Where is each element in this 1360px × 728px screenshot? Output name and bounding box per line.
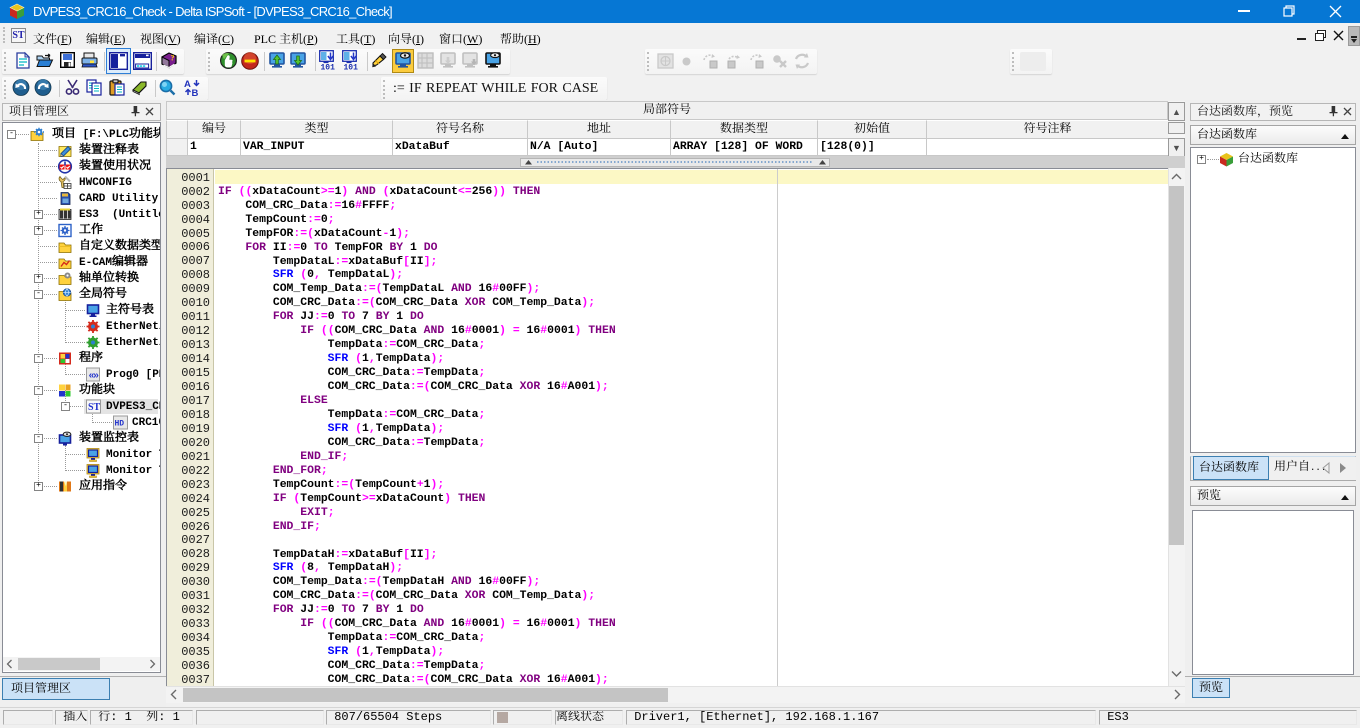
svg-text:A: A bbox=[184, 79, 191, 90]
svg-text:HD: HD bbox=[115, 420, 125, 429]
svg-text:?: ? bbox=[171, 54, 175, 63]
svg-text:B: B bbox=[192, 88, 199, 99]
svg-text:101: 101 bbox=[321, 64, 336, 73]
svg-text:101: 101 bbox=[344, 64, 359, 73]
svg-text:»: » bbox=[93, 371, 99, 382]
svg-text:ST: ST bbox=[88, 402, 101, 413]
